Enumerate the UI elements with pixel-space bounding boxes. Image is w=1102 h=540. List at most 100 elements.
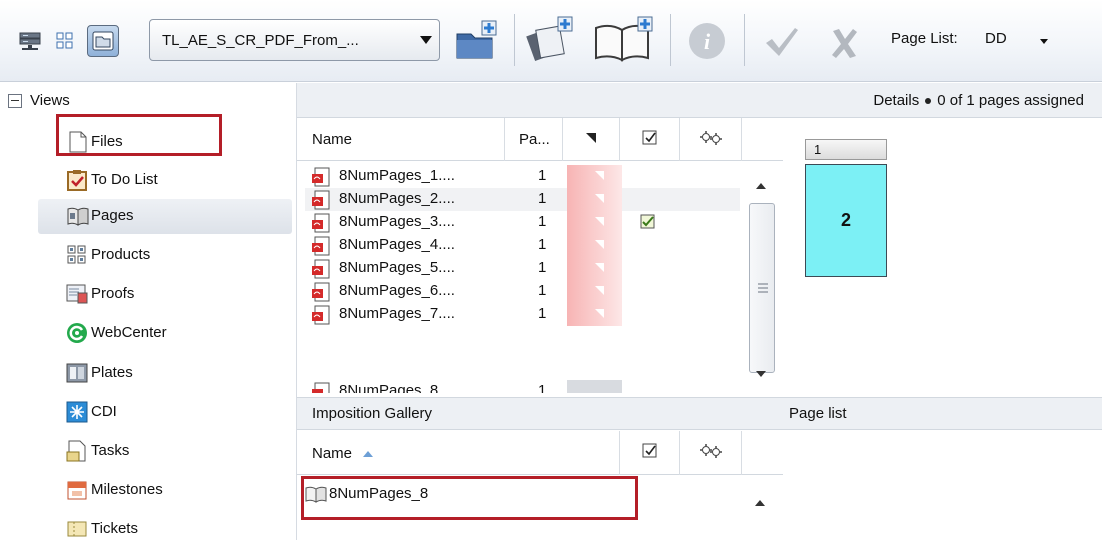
page-slot-tab: 1 [805,139,887,160]
page-name: 8NumPages_2.... [339,190,455,207]
approve-check-icon[interactable] [762,24,800,60]
sidebar-item-label: CDI [91,403,117,420]
status-flag [567,188,622,211]
products-grid-icon [66,244,88,266]
pages-icon [66,205,89,227]
server-icon[interactable] [19,31,41,51]
sidebar-item-proofs[interactable]: Proofs [38,277,292,312]
partial-row-clip: 8NumPages_8... 1 [305,326,740,393]
pages-table-header: Name Pa... [297,118,783,161]
table-row[interactable]: 8NumPages_2.... 1 [305,188,740,211]
pages-highlight-box [56,114,222,156]
milestones-calendar-icon [66,479,88,501]
proofs-icon [66,283,88,305]
status-flag [567,165,622,188]
column-header-name[interactable]: Name [297,431,620,475]
table-row-partial[interactable]: 8NumPages_8... 1 [305,326,740,393]
page-count: 1 [538,305,547,322]
todo-clipboard-icon [66,169,88,191]
table-row[interactable]: 8NumPages_6.... 1 [305,280,740,303]
sidebar-item-label: Milestones [91,481,163,498]
details-status: Details 0 of 1 pages assigned [873,92,1084,109]
status-flag [567,234,622,257]
scroll-thumb[interactable] [749,203,775,373]
approved-check-icon [640,214,656,230]
info-icon[interactable]: i [686,20,728,62]
column-header-settings[interactable] [680,431,742,475]
column-header-flag[interactable] [563,118,620,161]
column-header-name[interactable]: Name [297,118,505,161]
scroll-up-icon[interactable] [754,494,766,511]
page-count: 1 [538,282,547,299]
table-row[interactable]: 8NumPages_7.... 1 [305,303,740,326]
sidebar-item-tasks[interactable]: Tasks [38,434,292,469]
add-pages-icon[interactable] [526,14,578,64]
column-header-approval[interactable] [620,118,680,161]
pdf-file-icon [311,190,331,210]
imposition-gallery-header: Imposition Gallery [297,397,783,430]
sidebar-item-milestones[interactable]: Milestones [38,473,292,508]
page-list-title: Page list [789,405,847,422]
column-header-approval[interactable] [620,431,680,475]
flag-icon [585,131,597,148]
page-name: 8NumPages_4.... [339,236,455,253]
approval-checkbox-icon [642,130,658,150]
gears-icon [699,130,722,149]
pdf-file-icon [311,259,331,279]
gallery-highlight-box [301,476,638,520]
folder-view-icon[interactable] [87,25,119,57]
sidebar-item-label: Tasks [91,442,130,459]
page-slot[interactable]: 2 [805,164,887,277]
column-header-pages[interactable]: Pa... [505,118,563,161]
column-header-name-label: Name [312,444,353,462]
page-list-label: Page List: [891,30,958,47]
tickets-icon [66,518,88,540]
chevron-down-icon[interactable] [1039,32,1049,49]
scroll-down-icon[interactable] [755,365,767,382]
sidebar-item-tickets[interactable]: Tickets [38,512,292,540]
imposition-gallery-title: Imposition Gallery [312,405,433,422]
views-header[interactable]: Views [8,92,70,109]
new-folder-icon[interactable] [454,18,500,62]
collapse-icon[interactable] [8,93,22,108]
page-list-header: Page list [783,397,1102,430]
page-name: 8NumPages_5.... [339,259,455,276]
sort-ascending-icon [362,445,374,462]
reject-x-icon[interactable] [828,26,860,60]
sidebar-item-products[interactable]: Products [38,238,292,273]
page-name: 8NumPages_6.... [339,282,455,299]
pages-scrollbar[interactable] [742,161,783,393]
sidebar-item-to-do-list[interactable]: To Do List [38,163,292,198]
partial-row-content: 8NumPages_8... 1 [305,380,740,393]
column-header-settings[interactable] [680,118,742,161]
add-book-icon[interactable] [592,14,658,64]
scroll-up-icon[interactable] [755,177,767,194]
grid-view-icon[interactable] [54,30,76,52]
gallery-table-header: Name [297,431,783,475]
details-assigned-count: 0 of 1 pages assigned [937,92,1084,109]
tasks-icon [66,440,88,462]
column-header-pages-label: Pa... [519,131,550,148]
toolbar-separator [670,14,671,66]
status-flag [567,257,622,280]
sidebar-item-webcenter[interactable]: WebCenter [38,316,292,351]
table-row[interactable]: 8NumPages_4.... 1 [305,234,740,257]
table-row[interactable]: 8NumPages_5.... 1 [305,257,740,280]
sidebar-item-label: Plates [91,364,133,381]
toolbar-separator [744,14,745,66]
status-flag [567,303,622,326]
pdf-file-icon [311,282,331,302]
pdf-file-icon [311,236,331,256]
details-header: Details 0 of 1 pages assigned [783,83,1102,118]
pages-panel-header [297,83,783,118]
pdf-file-icon [311,382,331,393]
status-flag [567,280,622,303]
table-row[interactable]: 8NumPages_1.... 1 [305,165,740,188]
view-combo-box[interactable]: TL_AE_S_CR_PDF_From_... [149,19,440,61]
table-row[interactable]: 8NumPages_3.... 1 [305,211,740,234]
chevron-down-icon[interactable] [413,35,439,45]
sidebar-item-plates[interactable]: Plates [38,356,292,391]
sidebar-item-pages[interactable]: Pages [38,199,292,234]
page-list-dropdown[interactable]: DD [985,30,1007,47]
sidebar-item-cdi[interactable]: CDI [38,395,292,430]
